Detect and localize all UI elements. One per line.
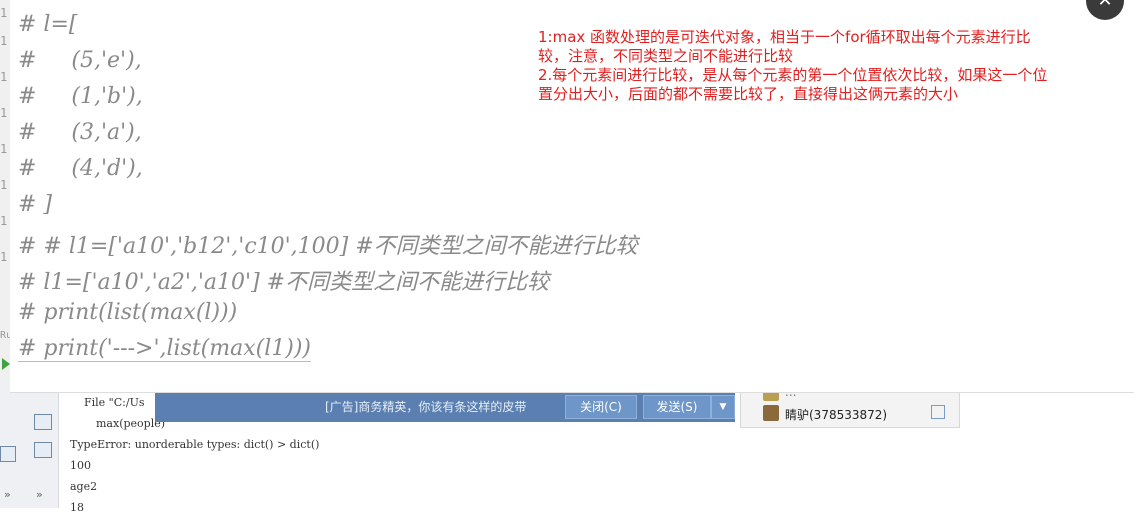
screenshot-overlay: # l=[ # (5,'e'), # (1,'b'), # (3,'a'), #…: [10, 0, 1134, 392]
note-line: 较，注意，不同类型之间不能进行比较: [538, 47, 794, 65]
ad-text[interactable]: [广告]商务精英，你该有条这样的皮带: [325, 398, 526, 415]
ad-bar: [广告]商务精英，你该有条这样的皮带 关闭(C) 发送(S) ▼: [155, 390, 735, 422]
gutter-number: 1: [0, 70, 8, 84]
gutter-number: 1: [0, 106, 8, 120]
console-traceback-file[interactable]: File "C:/Us: [84, 396, 144, 409]
annotation-note: 1:max 函数处理的是可迭代对象，相当于一个for循环取出每个元素进行比 较，…: [538, 28, 1134, 104]
code-line: # ]: [18, 192, 53, 217]
line-number-gutter: 1 1 1 1 1 1 1 1 Ru: [0, 0, 13, 380]
console-output: 100: [70, 459, 91, 472]
code-line: # print(list(max(l))): [18, 300, 238, 325]
code-line: # l=[: [18, 12, 78, 37]
console-tool-icon[interactable]: [34, 414, 52, 430]
chat-contact-name[interactable]: 睛驴(378533872): [785, 406, 887, 423]
note-line: 1:max 函数处理的是可迭代对象，相当于一个for循环取出每个元素进行比: [538, 28, 1031, 46]
note-line: 2.每个元素间进行比较，是从每个元素的第一个位置依次比较，如果这一个位: [538, 66, 1048, 84]
send-button[interactable]: 发送(S): [643, 395, 711, 419]
gutter-number: 1: [0, 214, 8, 228]
console-error: TypeError: unorderable types: dict() > d…: [70, 438, 320, 451]
chevron-right-icon[interactable]: »: [36, 488, 43, 501]
close-button[interactable]: 关闭(C): [565, 395, 637, 419]
chevron-right-icon[interactable]: »: [4, 488, 11, 501]
gutter-number: 1: [0, 34, 8, 48]
code-line: # (1,'b'),: [18, 84, 143, 109]
console-print-icon[interactable]: [34, 442, 52, 458]
run-play-icon[interactable]: [2, 358, 10, 370]
code-line: # (5,'e'),: [18, 48, 142, 73]
close-icon[interactable]: ✕: [1086, 0, 1124, 20]
code-line: # l1=['a10','a2','a10'] #不同类型之间不能进行比较: [18, 270, 550, 295]
send-dropdown-button[interactable]: ▼: [711, 395, 735, 419]
code-line: # (4,'d'),: [18, 156, 143, 181]
console-sidebar: » »: [0, 380, 59, 508]
console-output: age2: [70, 480, 98, 493]
code-line: # # l1=['a10','b12','c10',100] #不同类型之间不能…: [18, 234, 638, 259]
note-line: 置分出大小，后面的都不需要比较了，直接得出这俩元素的大小: [538, 85, 959, 103]
gutter-number: 1: [0, 250, 8, 264]
edit-icon[interactable]: [931, 405, 945, 419]
gutter-number: 1: [0, 178, 8, 192]
gutter-number: 1: [0, 142, 8, 156]
code-line: # (3,'a'),: [18, 120, 142, 145]
gutter-number: 1: [0, 6, 8, 20]
console-layout-icon[interactable]: [0, 446, 16, 462]
avatar[interactable]: [763, 405, 779, 421]
code-line: # print('--->',list(max(l1))): [18, 336, 312, 362]
gutter-run-label: Ru: [0, 330, 13, 341]
